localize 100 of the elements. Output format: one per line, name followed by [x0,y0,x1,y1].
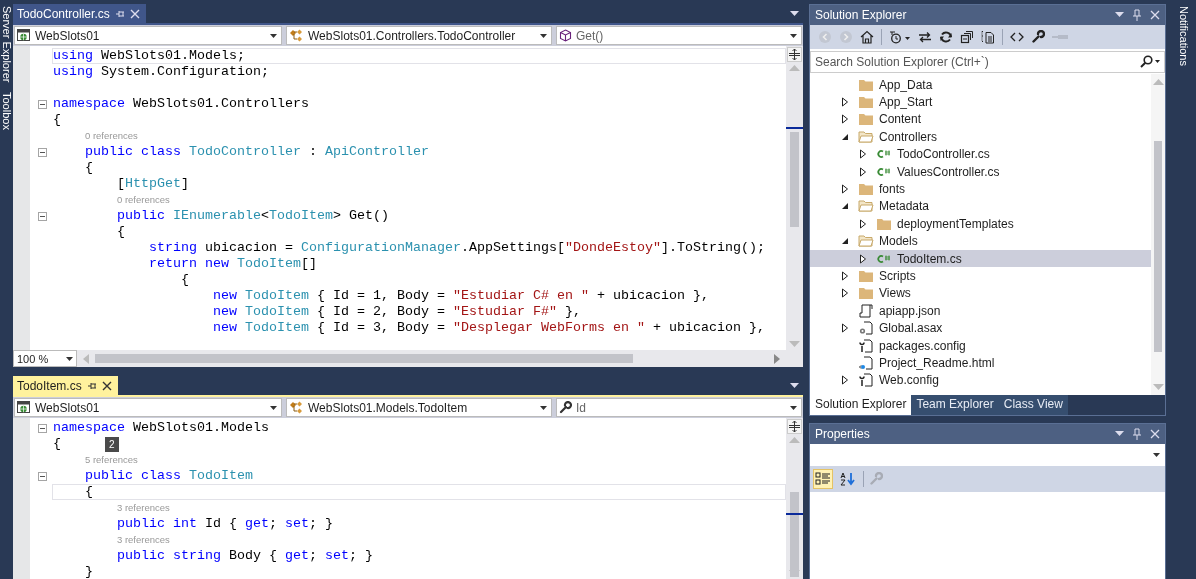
navigation-dropdown[interactable]: WebSlots01.Models.TodoItem [286,398,552,417]
collapse-all-icon[interactable] [960,30,974,44]
collapse-icon[interactable] [37,471,47,481]
zoom-dropdown[interactable]: 100 % [13,350,77,367]
history-icon[interactable] [889,30,911,44]
collapsed-arrow-icon[interactable] [841,114,849,125]
gear-file-icon [858,321,874,336]
collapsed-arrow-icon[interactable] [841,375,849,386]
categorized-button[interactable] [813,469,833,489]
tree-item[interactable]: Content [810,110,1151,129]
scrollbar-thumb[interactable] [1154,140,1162,352]
preview-toggle-icon[interactable] [1052,34,1068,40]
collapsed-arrow-icon[interactable] [859,149,867,160]
caret-icon [1153,453,1160,457]
scroll-right-icon[interactable] [774,353,780,364]
splitter-icon[interactable] [787,47,802,62]
panel-tab[interactable]: Solution Explorer [810,395,912,415]
collapsed-arrow-icon[interactable] [841,323,849,334]
expanded-arrow-icon[interactable] [841,237,849,246]
side-tab[interactable]: Server Explorer [0,6,13,83]
tree-item[interactable]: App_Start [810,93,1151,111]
class-icon [289,401,304,414]
collapse-icon[interactable] [37,147,47,157]
splitter-icon[interactable] [787,419,802,434]
code-line: public class TodoController : ApiController [84,144,430,160]
code-line: new TodoItem { Id = 2, Body = "Estudiar F#" }, [211,304,582,320]
wrench-icon[interactable] [1031,30,1045,44]
navigation-dropdown[interactable]: WebSlots01 [14,26,282,45]
expanded-arrow-icon[interactable] [841,132,849,141]
tree-item[interactable]: Models [810,232,1151,250]
tree-item[interactable]: Global.asax [810,319,1151,337]
side-tab[interactable]: Toolbox [0,92,13,131]
tree-item[interactable]: TodoController.cs [810,145,1151,163]
collapsed-arrow-icon[interactable] [841,184,849,195]
code-line: new TodoItem { Id = 3, Body = "Desplegar WebForms en " + ubicacion }, [211,320,766,336]
navigation-dropdown[interactable]: Id [556,398,802,417]
caret-icon [790,405,797,410]
code-line: { [180,272,190,288]
panel-tab[interactable]: Team Explorer [911,395,999,415]
pin-icon[interactable] [114,8,125,19]
navigation-dropdown[interactable]: Get() [556,26,802,45]
expanded-arrow-icon[interactable] [841,202,849,211]
collapsed-arrow-icon[interactable] [859,218,867,229]
refresh-icon[interactable] [939,30,953,44]
code-line: { [116,224,126,240]
collapsed-arrow-icon[interactable] [859,253,867,264]
tree-item[interactable]: Web.config [810,371,1151,390]
pin-icon[interactable] [86,380,97,391]
tree-item[interactable]: Controllers [810,128,1151,146]
code-line: 3 references [116,501,171,515]
tree-item[interactable]: Scripts [810,267,1151,285]
collapse-icon[interactable] [37,423,47,433]
scrollbar-thumb[interactable] [790,132,799,228]
scrollbar-thumb[interactable] [790,491,799,577]
tree-item[interactable]: Views [810,284,1151,303]
document-tab[interactable]: TodoItem.cs [13,376,118,395]
search-field[interactable]: Search Solution Explorer (Ctrl+`) [810,51,1165,73]
close-icon[interactable] [101,380,112,391]
collapse-icon[interactable] [37,99,47,109]
side-tab[interactable]: Notifications [1176,6,1190,66]
tree-item[interactable]: Project_Readme.html [810,354,1151,372]
caret-icon[interactable] [790,10,799,17]
caret-icon [270,33,277,38]
collapsed-arrow-icon[interactable] [841,271,849,281]
document-tab[interactable]: TodoController.cs [13,4,146,23]
code-line: public string Body { get; set; } [116,548,374,564]
categorized-icon [815,472,831,486]
show-all-files-icon[interactable] [981,30,995,44]
tree-item[interactable]: packages.config [810,336,1151,355]
tree-item[interactable]: Metadata [810,197,1151,216]
caret-icon [66,356,73,361]
navigation-dropdown[interactable]: WebSlots01 [14,398,282,417]
config-file-icon [858,373,874,388]
tree-item[interactable]: App_Data [810,76,1151,94]
open-folder-icon [858,199,874,214]
tree-item[interactable]: apiapp.json [810,302,1151,320]
tree-item[interactable]: TodoItem.cs [810,249,1151,268]
open-folder-icon [858,234,874,249]
folder-icon [858,95,874,110]
collapsed-arrow-icon[interactable] [841,97,849,108]
caret-icon[interactable] [1115,12,1124,18]
tree-item[interactable]: fonts [810,180,1151,198]
collapse-icon[interactable] [37,211,47,221]
collapsed-arrow-icon[interactable] [859,166,867,177]
code-icon[interactable] [1010,30,1024,44]
caret-icon[interactable] [1115,431,1124,437]
pin-icon[interactable] [1132,9,1142,21]
code-line: return new TodoItem[] [148,256,318,272]
caret-icon[interactable] [790,382,799,389]
navigation-dropdown[interactable]: WebSlots01.Controllers.TodoController [286,26,552,45]
caret-icon [540,405,547,410]
tree-item[interactable]: ValuesController.cs [810,162,1151,181]
tree-item[interactable]: deploymentTemplates [810,215,1151,233]
collapsed-arrow-icon[interactable] [841,288,849,299]
scrollbar-thumb[interactable] [95,354,634,363]
sync-icon[interactable] [918,30,932,44]
panel-tab[interactable]: Class View [998,395,1068,415]
pin-icon[interactable] [1132,428,1142,440]
search-icon[interactable] [1139,55,1161,68]
home-icon[interactable] [860,30,874,44]
